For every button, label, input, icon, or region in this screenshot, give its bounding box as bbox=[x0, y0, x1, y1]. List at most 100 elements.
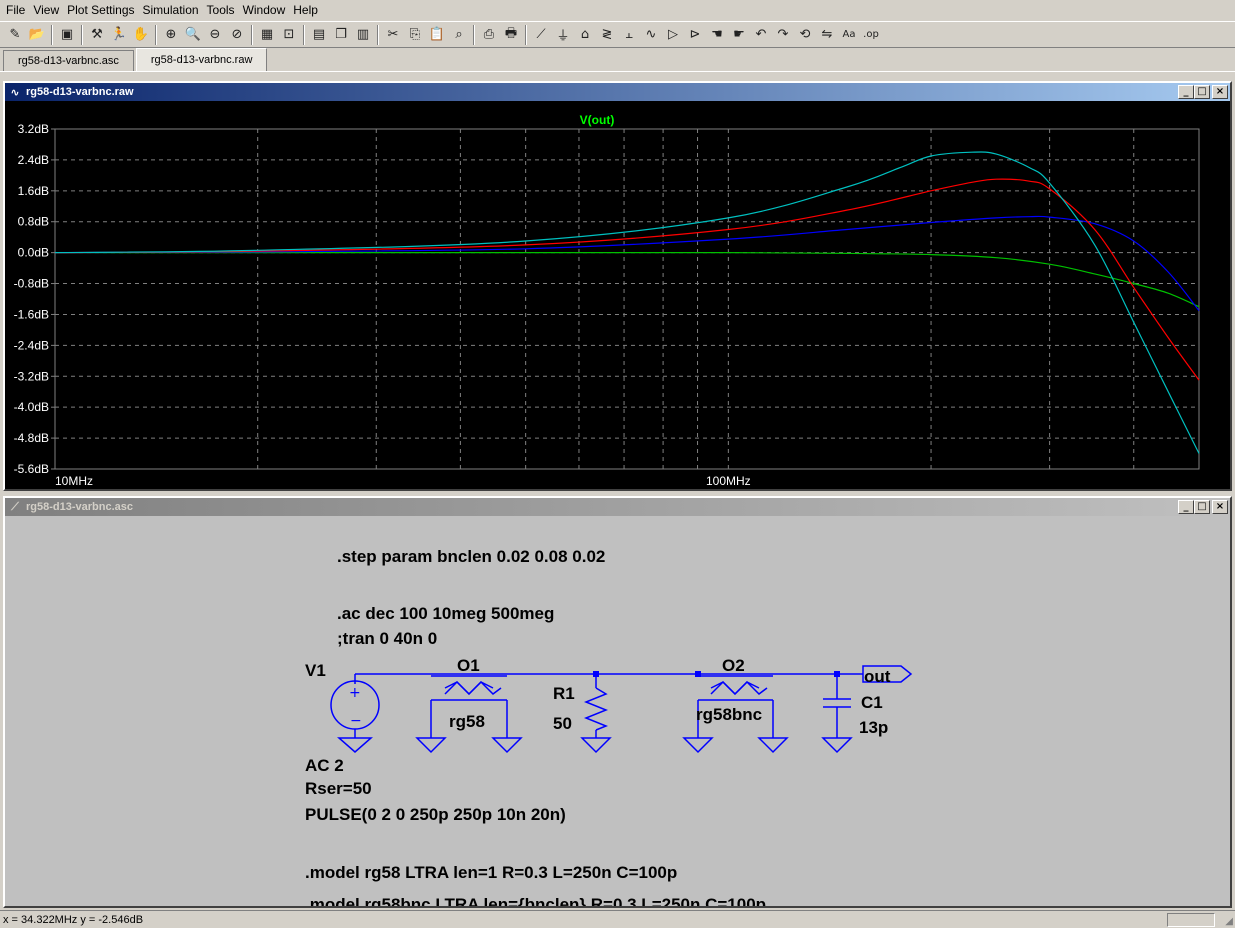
autorange-icon[interactable]: ▦ bbox=[256, 24, 278, 46]
o1-model[interactable]: rg58 bbox=[449, 712, 485, 731]
toolbar-separator bbox=[81, 24, 83, 45]
minimize-button[interactable]: _ bbox=[1178, 85, 1194, 99]
toolbar-separator bbox=[525, 24, 527, 45]
v1-name[interactable]: V1 bbox=[305, 661, 326, 680]
trace-vout[interactable] bbox=[54, 178, 1200, 381]
resistor-r1[interactable] bbox=[580, 674, 612, 754]
menu-help[interactable]: Help bbox=[289, 0, 322, 21]
copy-icon[interactable]: ⎘ bbox=[404, 24, 426, 46]
cut-icon[interactable]: ✂ bbox=[382, 24, 404, 46]
maximize-button[interactable]: □ bbox=[1194, 85, 1210, 99]
directive-model-rg58[interactable]: .model rg58 LTRA len=1 R=0.3 L=250n C=10… bbox=[305, 863, 677, 882]
cursor-readout: x = 34.322MHz y = -2.546dB bbox=[3, 913, 144, 926]
menu-window[interactable]: Window bbox=[239, 0, 290, 21]
wire-icon[interactable]: ⟋ bbox=[530, 24, 552, 46]
print-preview-icon[interactable]: ⎙ bbox=[478, 24, 500, 46]
capacitor-c1[interactable] bbox=[821, 674, 853, 754]
toolbar-separator bbox=[155, 24, 157, 45]
close-button[interactable]: × bbox=[1212, 500, 1228, 514]
run-icon[interactable]: 🏃 bbox=[108, 24, 130, 46]
open-icon[interactable]: 📂 bbox=[26, 24, 48, 46]
o2-name[interactable]: O2 bbox=[722, 656, 745, 675]
control-panel-icon[interactable]: ⚒ bbox=[86, 24, 108, 46]
zoom-cancel-icon[interactable]: ⊘ bbox=[226, 24, 248, 46]
close-button[interactable]: × bbox=[1212, 85, 1228, 99]
menu-view[interactable]: View bbox=[29, 0, 63, 21]
inductor-icon[interactable]: ∿ bbox=[640, 24, 662, 46]
schematic-canvas[interactable]: + − .step param bnclen 0.02 0.08 0.02 .a… bbox=[5, 516, 1230, 914]
maximize-button[interactable]: □ bbox=[1194, 500, 1210, 514]
undo-icon[interactable]: ↶ bbox=[750, 24, 772, 46]
c1-name[interactable]: C1 bbox=[861, 693, 883, 712]
new-schematic-icon[interactable]: ✎ bbox=[4, 24, 26, 46]
menu-bar: File View Plot Settings Simulation Tools Wind… bbox=[0, 0, 1235, 21]
schematic-svg[interactable]: + − .step param bnclen 0.02 0.08 0.02 .a… bbox=[5, 516, 1230, 914]
mirror-icon[interactable]: ⇋ bbox=[816, 24, 838, 46]
ground-icon bbox=[337, 737, 373, 753]
minus-icon: − bbox=[350, 713, 362, 729]
y-tick-label: 3.2dB bbox=[18, 122, 49, 136]
directive-ac[interactable]: .ac dec 100 10meg 500meg bbox=[337, 604, 554, 623]
out-label-text[interactable]: out bbox=[864, 667, 891, 686]
y-tick-label: -0.8dB bbox=[14, 277, 49, 291]
plot-area[interactable]: 3.2dB 2.4dB 1.6dB 0.8dB 0.0dB -0.8dB -1.6dB -2.… bbox=[5, 101, 1230, 489]
ground-icon[interactable]: ⏚ bbox=[552, 24, 574, 46]
y-tick-label: -4.0dB bbox=[14, 400, 49, 414]
directive-step[interactable]: .step param bnclen 0.02 0.08 0.02 bbox=[337, 547, 605, 566]
redo-icon[interactable]: ↷ bbox=[772, 24, 794, 46]
y-tick-label: -4.8dB bbox=[14, 431, 49, 445]
y-tick-label: -3.2dB bbox=[14, 369, 49, 383]
waveform-plot[interactable]: 3.2dB 2.4dB 1.6dB 0.8dB 0.0dB -0.8dB -1.6dB -2.… bbox=[5, 101, 1230, 489]
zoom-in-icon[interactable]: ⊕ bbox=[160, 24, 182, 46]
tile-vertical-icon[interactable]: ▥ bbox=[352, 24, 374, 46]
label-net-icon[interactable]: ⌂ bbox=[574, 24, 596, 46]
zoom-area-icon[interactable]: 🔍 bbox=[182, 24, 204, 46]
paste-icon[interactable]: 📋 bbox=[426, 24, 448, 46]
spice-directive-icon[interactable]: .op bbox=[860, 24, 882, 46]
resize-grip-icon[interactable]: ◢ bbox=[1225, 916, 1233, 927]
waveform-titlebar[interactable]: ∿ rg58-d13-varbnc.raw _ □ × bbox=[5, 83, 1230, 101]
v1-value[interactable]: AC 2 bbox=[305, 756, 344, 775]
menu-plot-settings[interactable]: Plot Settings bbox=[63, 0, 138, 21]
component-icon[interactable]: ⊳ bbox=[684, 24, 706, 46]
rotate-icon[interactable]: ⟲ bbox=[794, 24, 816, 46]
find-icon[interactable]: ⌕ bbox=[448, 24, 470, 46]
tab-waveform[interactable]: rg58-d13-varbnc.raw bbox=[135, 48, 268, 71]
capacitor-icon[interactable]: ⫠ bbox=[618, 24, 640, 46]
cascade-icon[interactable]: ❐ bbox=[330, 24, 352, 46]
tab-schematic[interactable]: rg58-d13-varbnc.asc bbox=[3, 50, 134, 71]
o1-name[interactable]: O1 bbox=[457, 656, 480, 675]
save-icon[interactable]: ▣ bbox=[56, 24, 78, 46]
status-bar: x = 34.322MHz y = -2.546dB ◢ bbox=[0, 910, 1235, 928]
c1-value[interactable]: 13p bbox=[859, 718, 888, 737]
menu-tools[interactable]: Tools bbox=[203, 0, 239, 21]
junction-dot bbox=[695, 671, 701, 677]
menu-simulation[interactable]: Simulation bbox=[139, 0, 203, 21]
zoom-out-icon[interactable]: ⊖ bbox=[204, 24, 226, 46]
move-icon[interactable]: ☚ bbox=[706, 24, 728, 46]
trace-vout[interactable] bbox=[54, 151, 1200, 454]
tile-horizontal-icon[interactable]: ▤ bbox=[308, 24, 330, 46]
r1-name[interactable]: R1 bbox=[553, 684, 575, 703]
o2-model[interactable]: rg58bnc bbox=[696, 705, 762, 724]
trace-vout[interactable] bbox=[55, 251, 1200, 308]
v1-pulse[interactable]: PULSE(0 2 0 250p 250p 10n 20n) bbox=[305, 805, 566, 824]
v1-rser[interactable]: Rser=50 bbox=[305, 779, 372, 798]
trace-vout[interactable] bbox=[54, 215, 1200, 311]
print-icon[interactable]: 🖶 bbox=[500, 24, 522, 46]
directive-tran[interactable]: ;tran 0 40n 0 bbox=[337, 629, 437, 648]
y-tick-label: -5.6dB bbox=[14, 462, 49, 476]
menu-file[interactable]: File bbox=[2, 0, 29, 21]
junction-dot bbox=[834, 671, 840, 677]
diode-icon[interactable]: ▷ bbox=[662, 24, 684, 46]
trace-label[interactable]: V(out) bbox=[580, 113, 615, 127]
resistor-icon[interactable]: ≷ bbox=[596, 24, 618, 46]
directive-model-rg58bnc[interactable]: .model rg58bnc LTRA len={bnclen} R=0.3 L… bbox=[305, 895, 766, 914]
schematic-titlebar[interactable]: ⟋ rg58-d13-varbnc.asc _ □ × bbox=[5, 498, 1230, 516]
drag-icon[interactable]: ☛ bbox=[728, 24, 750, 46]
zoom-fit-icon[interactable]: ⊡ bbox=[278, 24, 300, 46]
pan-icon[interactable]: ✋ bbox=[130, 24, 152, 46]
text-icon[interactable]: Aa bbox=[838, 24, 860, 46]
minimize-button[interactable]: _ bbox=[1178, 500, 1194, 514]
r1-value[interactable]: 50 bbox=[553, 714, 572, 733]
